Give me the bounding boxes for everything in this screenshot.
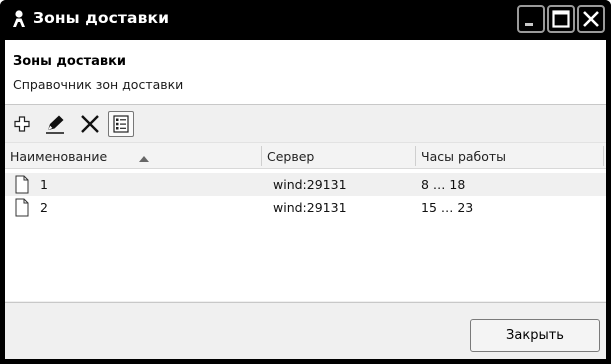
cell-server: wind:29131: [273, 200, 347, 215]
document-icon: [14, 175, 30, 194]
delete-icon[interactable]: [79, 113, 101, 135]
cell-name: 1: [40, 177, 48, 192]
edit-icon[interactable]: [44, 113, 66, 135]
properties-icon[interactable]: [108, 111, 134, 137]
title-bar[interactable]: Зоны доставки: [0, 0, 611, 40]
maximize-button[interactable]: [547, 5, 575, 33]
toolbar: [5, 106, 606, 142]
close-button[interactable]: Закрыть: [470, 319, 600, 352]
column-divider[interactable]: [415, 146, 416, 166]
column-header-hours[interactable]: Часы работы: [421, 149, 506, 164]
add-icon[interactable]: [11, 113, 33, 135]
cell-name: 2: [40, 200, 48, 215]
table-row[interactable]: 1 wind:29131 8 … 18: [5, 173, 606, 196]
minimize-button[interactable]: [517, 5, 545, 33]
header-panel: Зоны доставки Справочник зон доставки: [5, 40, 606, 105]
table-header: Наименование Сервер Часы работы: [5, 142, 606, 169]
dialog-client-area: Зоны доставки Справочник зон доставки На…: [5, 40, 606, 359]
dialog-footer: Закрыть: [5, 303, 606, 359]
column-header-server[interactable]: Сервер: [267, 149, 314, 164]
page-title: Зоны доставки: [13, 54, 127, 69]
zones-table: Наименование Сервер Часы работы 1 wind:2…: [5, 142, 606, 301]
column-divider[interactable]: [603, 146, 604, 166]
document-icon: [14, 198, 30, 217]
cell-hours: 8 … 18: [421, 177, 466, 192]
column-header-name[interactable]: Наименование: [10, 149, 107, 164]
app-person-icon: [9, 9, 29, 29]
close-window-button[interactable]: [577, 5, 605, 33]
page-subtitle: Справочник зон доставки: [13, 77, 184, 92]
column-divider[interactable]: [261, 146, 262, 166]
sort-ascending-icon: [138, 152, 150, 167]
cell-server: wind:29131: [273, 177, 347, 192]
dialog-window: Зоны доставки Зоны доставки Справочник з…: [0, 0, 611, 364]
window-title: Зоны доставки: [33, 9, 170, 27]
table-row[interactable]: 2 wind:29131 15 … 23: [5, 196, 606, 219]
cell-hours: 15 … 23: [421, 200, 474, 215]
